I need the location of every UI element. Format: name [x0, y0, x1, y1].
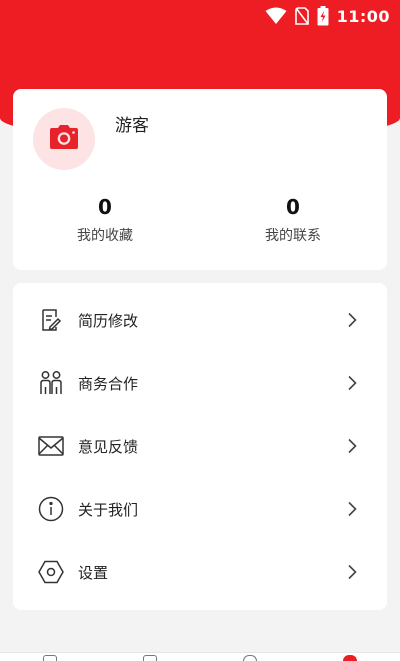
contacts-count: 0 [286, 195, 300, 219]
menu-item-label: 意见反馈 [78, 437, 139, 456]
chevron-right-icon [345, 437, 359, 455]
favorites-label: 我的收藏 [77, 228, 133, 244]
stat-favorites[interactable]: 0 我的收藏 [45, 195, 165, 245]
info-icon [37, 495, 65, 523]
resume-edit-icon [37, 306, 65, 334]
bottom-tab-bar [0, 652, 400, 661]
menu-item-label: 简历修改 [78, 311, 139, 330]
stat-contacts[interactable]: 0 我的联系 [233, 195, 353, 245]
menu-item-label: 关于我们 [78, 500, 139, 519]
menu-card: 简历修改 商务合作 意见反馈 关于我们 设置 [13, 283, 387, 610]
avatar[interactable] [33, 108, 95, 170]
chevron-right-icon [345, 311, 359, 329]
menu-item-about[interactable]: 关于我们 [13, 481, 387, 537]
tab-jobs-icon[interactable] [143, 655, 157, 661]
menu-item-label: 商务合作 [78, 374, 139, 393]
favorites-count: 0 [98, 195, 112, 219]
people-icon [37, 369, 65, 397]
menu-item-resume-edit[interactable]: 简历修改 [13, 292, 387, 348]
menu-item-settings[interactable]: 设置 [13, 544, 387, 600]
menu-item-label: 设置 [78, 563, 109, 582]
status-bar: 11:00 [0, 0, 400, 32]
tab-profile-icon[interactable] [343, 655, 357, 661]
chevron-right-icon [345, 374, 359, 392]
username[interactable]: 游客 [115, 111, 149, 136]
profile-card: 游客 0 我的收藏 0 我的联系 [13, 89, 387, 270]
wifi-icon [265, 7, 287, 25]
tab-messages-icon[interactable] [243, 655, 257, 661]
status-time: 11:00 [336, 6, 390, 26]
tab-home-icon[interactable] [43, 655, 57, 661]
camera-icon [49, 124, 79, 154]
chevron-right-icon [345, 500, 359, 518]
no-sim-icon [294, 7, 309, 25]
menu-item-feedback[interactable]: 意见反馈 [13, 418, 387, 474]
menu-item-business[interactable]: 商务合作 [13, 355, 387, 411]
battery-charging-icon [317, 6, 329, 26]
chevron-right-icon [345, 563, 359, 581]
mail-icon [37, 432, 65, 460]
settings-hexagon-icon [37, 558, 65, 586]
contacts-label: 我的联系 [265, 228, 321, 244]
